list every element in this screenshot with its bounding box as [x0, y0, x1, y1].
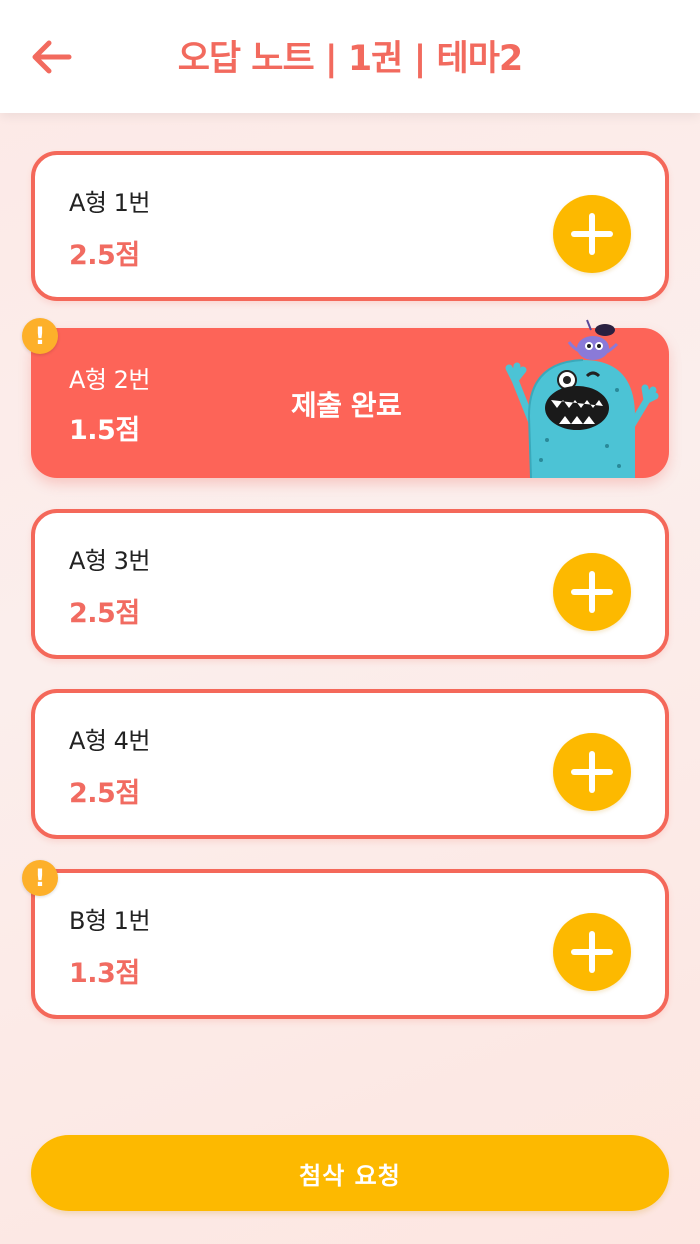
question-score: 2.5점 [69, 240, 140, 271]
question-name: A형 3번 [69, 547, 150, 575]
question-score: 1.3점 [69, 958, 140, 989]
question-card-a2[interactable]: A형 2번 1.5점 제출 완료 [31, 319, 669, 479]
add-answer-button[interactable] [553, 195, 631, 273]
submitted-status: 제출 완료 [291, 389, 402, 422]
question-card-a1[interactable]: A형 1번 2.5점 [31, 151, 669, 301]
add-answer-button[interactable] [553, 913, 631, 991]
question-score: 1.5점 [69, 415, 140, 446]
question-card-a4[interactable]: A형 4번 2.5점 [31, 689, 669, 839]
add-answer-button[interactable] [553, 733, 631, 811]
question-name: A형 1번 [69, 189, 150, 217]
page-title: 오답 노트 | 1권 | 테마2 [177, 39, 524, 79]
add-answer-button[interactable] [553, 553, 631, 631]
question-score: 2.5점 [69, 598, 140, 629]
alert-badge-icon: ! [22, 860, 58, 896]
app-header: 오답 노트 | 1권 | 테마2 [0, 0, 700, 113]
alert-badge-icon: ! [22, 318, 58, 354]
request-correction-label: 첨삭 요청 [299, 1161, 401, 1190]
request-correction-button[interactable]: 첨삭 요청 [31, 1135, 669, 1211]
question-card-a3[interactable]: A형 3번 2.5점 [31, 509, 669, 659]
monster-illustration [505, 319, 659, 479]
question-score: 2.5점 [69, 778, 140, 809]
question-card-b1[interactable]: B형 1번 1.3점 [31, 869, 669, 1019]
question-name: A형 4번 [69, 727, 150, 755]
question-name: B형 1번 [69, 907, 151, 935]
question-name: A형 2번 [69, 366, 150, 394]
